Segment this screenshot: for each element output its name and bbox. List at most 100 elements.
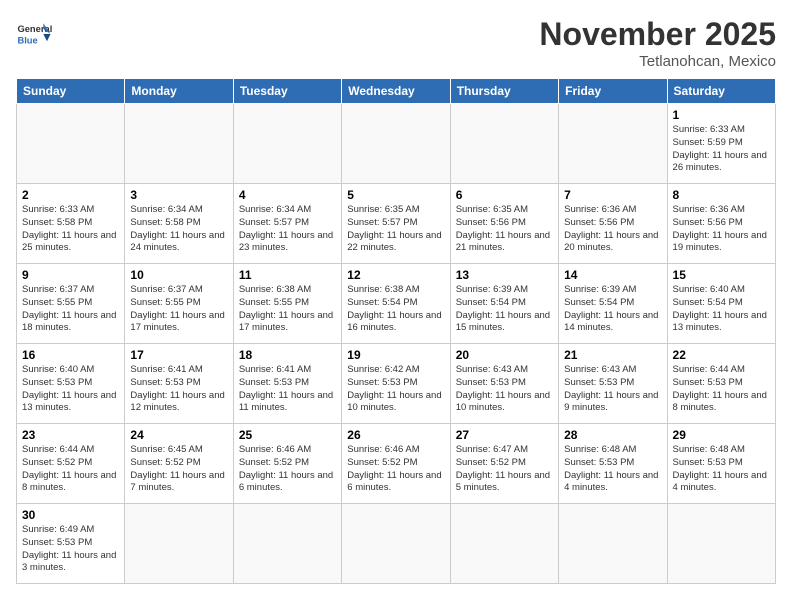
cell-content: Sunrise: 6:36 AM Sunset: 5:56 PM Dayligh…: [564, 204, 661, 255]
date-number: 26: [347, 428, 444, 442]
day-header-saturday: Saturday: [667, 79, 775, 104]
calendar-cell: 7Sunrise: 6:36 AM Sunset: 5:56 PM Daylig…: [559, 184, 667, 264]
calendar-cell: [450, 104, 558, 184]
date-number: 24: [130, 428, 227, 442]
week-row-4: 23 Sunrise: 6:44 AM Sunset: 5:52 PM Dayli…: [17, 424, 776, 504]
cell-content: Sunrise: 6:41 AM Sunset: 5:53 PM Dayligh…: [130, 364, 227, 415]
cell-content: Sunrise: 6:41 AM Sunset: 5:53 PM Dayligh…: [239, 364, 336, 415]
date-number: 21: [564, 348, 661, 362]
cell-content: Sunrise: 6:37 AM Sunset: 5:55 PM Dayligh…: [130, 284, 227, 335]
calendar-cell: 11 Sunrise: 6:38 AM Sunset: 5:55 PM Dayli…: [233, 264, 341, 344]
calendar-cell: 30 Sunrise: 6:49 AM Sunset: 5:53 PM Dayli…: [17, 504, 125, 584]
cell-content: Sunrise: 6:39 AM Sunset: 5:54 PM Dayligh…: [564, 284, 661, 335]
calendar-cell: 20 Sunrise: 6:43 AM Sunset: 5:53 PM Dayli…: [450, 344, 558, 424]
day-header-monday: Monday: [125, 79, 233, 104]
date-number: 1: [673, 108, 770, 122]
date-number: 30: [22, 508, 119, 522]
date-number: 15: [673, 268, 770, 282]
calendar-cell: 17Sunrise: 6:41 AM Sunset: 5:53 PM Dayli…: [125, 344, 233, 424]
calendar-cell: [233, 104, 341, 184]
location: Tetlanohcan, Mexico: [539, 53, 776, 70]
cell-content: Sunrise: 6:38 AM Sunset: 5:55 PM Dayligh…: [239, 284, 336, 335]
cell-content: Sunrise: 6:44 AM Sunset: 5:53 PM Dayligh…: [673, 364, 770, 415]
week-row-5: 30 Sunrise: 6:49 AM Sunset: 5:53 PM Dayli…: [17, 504, 776, 584]
calendar-cell: 15Sunrise: 6:40 AM Sunset: 5:54 PM Dayli…: [667, 264, 775, 344]
calendar-cell: 29 Sunrise: 6:48 AM Sunset: 5:53 PM Dayli…: [667, 424, 775, 504]
calendar-cell: 25 Sunrise: 6:46 AM Sunset: 5:52 PM Dayli…: [233, 424, 341, 504]
day-header-thursday: Thursday: [450, 79, 558, 104]
date-number: 23: [22, 428, 119, 442]
calendar-cell: 4 Sunrise: 6:34 AM Sunset: 5:57 PM Daylig…: [233, 184, 341, 264]
calendar-cell: [450, 504, 558, 584]
date-number: 25: [239, 428, 336, 442]
calendar-cell: 2Sunrise: 6:33 AM Sunset: 5:58 PM Daylig…: [17, 184, 125, 264]
title-block: November 2025 Tetlanohcan, Mexico: [539, 16, 776, 70]
date-number: 6: [456, 188, 553, 202]
calendar-cell: [125, 104, 233, 184]
calendar-cell: 23 Sunrise: 6:44 AM Sunset: 5:52 PM Dayli…: [17, 424, 125, 504]
calendar-cell: 18 Sunrise: 6:41 AM Sunset: 5:53 PM Dayli…: [233, 344, 341, 424]
calendar-cell: [559, 504, 667, 584]
week-row-2: 9Sunrise: 6:37 AM Sunset: 5:55 PM Daylig…: [17, 264, 776, 344]
date-number: 10: [130, 268, 227, 282]
cell-content: Sunrise: 6:49 AM Sunset: 5:53 PM Dayligh…: [22, 524, 119, 575]
day-header-sunday: Sunday: [17, 79, 125, 104]
day-header-wednesday: Wednesday: [342, 79, 450, 104]
cell-content: Sunrise: 6:46 AM Sunset: 5:52 PM Dayligh…: [347, 444, 444, 495]
cell-content: Sunrise: 6:35 AM Sunset: 5:57 PM Dayligh…: [347, 204, 444, 255]
calendar-cell: 5 Sunrise: 6:35 AM Sunset: 5:57 PM Daylig…: [342, 184, 450, 264]
calendar-cell: 14Sunrise: 6:39 AM Sunset: 5:54 PM Dayli…: [559, 264, 667, 344]
date-number: 5: [347, 188, 444, 202]
cell-content: Sunrise: 6:47 AM Sunset: 5:52 PM Dayligh…: [456, 444, 553, 495]
cell-content: Sunrise: 6:34 AM Sunset: 5:58 PM Dayligh…: [130, 204, 227, 255]
calendar-cell: 1 Sunrise: 6:33 AM Sunset: 5:59 PM Daylig…: [667, 104, 775, 184]
date-number: 11: [239, 268, 336, 282]
calendar-cell: 16Sunrise: 6:40 AM Sunset: 5:53 PM Dayli…: [17, 344, 125, 424]
cell-content: Sunrise: 6:48 AM Sunset: 5:53 PM Dayligh…: [673, 444, 770, 495]
date-number: 3: [130, 188, 227, 202]
calendar-cell: [342, 104, 450, 184]
cell-content: Sunrise: 6:34 AM Sunset: 5:57 PM Dayligh…: [239, 204, 336, 255]
cell-content: Sunrise: 6:43 AM Sunset: 5:53 PM Dayligh…: [564, 364, 661, 415]
cell-content: Sunrise: 6:35 AM Sunset: 5:56 PM Dayligh…: [456, 204, 553, 255]
calendar-cell: 19Sunrise: 6:42 AM Sunset: 5:53 PM Dayli…: [342, 344, 450, 424]
week-row-0: 1 Sunrise: 6:33 AM Sunset: 5:59 PM Daylig…: [17, 104, 776, 184]
date-number: 8: [673, 188, 770, 202]
cell-content: Sunrise: 6:45 AM Sunset: 5:52 PM Dayligh…: [130, 444, 227, 495]
week-row-1: 2Sunrise: 6:33 AM Sunset: 5:58 PM Daylig…: [17, 184, 776, 264]
cell-content: Sunrise: 6:33 AM Sunset: 5:58 PM Dayligh…: [22, 204, 119, 255]
calendar-cell: [559, 104, 667, 184]
cell-content: Sunrise: 6:39 AM Sunset: 5:54 PM Dayligh…: [456, 284, 553, 335]
date-number: 20: [456, 348, 553, 362]
calendar-cell: [17, 104, 125, 184]
calendar-cell: 21 Sunrise: 6:43 AM Sunset: 5:53 PM Dayli…: [559, 344, 667, 424]
date-number: 27: [456, 428, 553, 442]
cell-content: Sunrise: 6:48 AM Sunset: 5:53 PM Dayligh…: [564, 444, 661, 495]
calendar-cell: 3 Sunrise: 6:34 AM Sunset: 5:58 PM Daylig…: [125, 184, 233, 264]
calendar-cell: 9Sunrise: 6:37 AM Sunset: 5:55 PM Daylig…: [17, 264, 125, 344]
date-number: 12: [347, 268, 444, 282]
calendar-cell: [125, 504, 233, 584]
date-number: 4: [239, 188, 336, 202]
date-number: 18: [239, 348, 336, 362]
calendar-cell: 26 Sunrise: 6:46 AM Sunset: 5:52 PM Dayli…: [342, 424, 450, 504]
calendar-cell: [667, 504, 775, 584]
calendar-cell: 6 Sunrise: 6:35 AM Sunset: 5:56 PM Daylig…: [450, 184, 558, 264]
svg-text:Blue: Blue: [17, 35, 37, 45]
date-number: 28: [564, 428, 661, 442]
calendar-cell: 28 Sunrise: 6:48 AM Sunset: 5:53 PM Dayli…: [559, 424, 667, 504]
cell-content: Sunrise: 6:38 AM Sunset: 5:54 PM Dayligh…: [347, 284, 444, 335]
calendar-cell: 24 Sunrise: 6:45 AM Sunset: 5:52 PM Dayli…: [125, 424, 233, 504]
cell-content: Sunrise: 6:44 AM Sunset: 5:52 PM Dayligh…: [22, 444, 119, 495]
cell-content: Sunrise: 6:33 AM Sunset: 5:59 PM Dayligh…: [673, 124, 770, 175]
calendar-cell: [342, 504, 450, 584]
month-title: November 2025: [539, 16, 776, 53]
cell-content: Sunrise: 6:42 AM Sunset: 5:53 PM Dayligh…: [347, 364, 444, 415]
calendar-cell: 10 Sunrise: 6:37 AM Sunset: 5:55 PM Dayli…: [125, 264, 233, 344]
date-number: 29: [673, 428, 770, 442]
calendar-cell: 27 Sunrise: 6:47 AM Sunset: 5:52 PM Dayli…: [450, 424, 558, 504]
calendar-table: SundayMondayTuesdayWednesdayThursdayFrid…: [16, 78, 776, 584]
cell-content: Sunrise: 6:43 AM Sunset: 5:53 PM Dayligh…: [456, 364, 553, 415]
calendar-cell: 22Sunrise: 6:44 AM Sunset: 5:53 PM Dayli…: [667, 344, 775, 424]
cell-content: Sunrise: 6:46 AM Sunset: 5:52 PM Dayligh…: [239, 444, 336, 495]
